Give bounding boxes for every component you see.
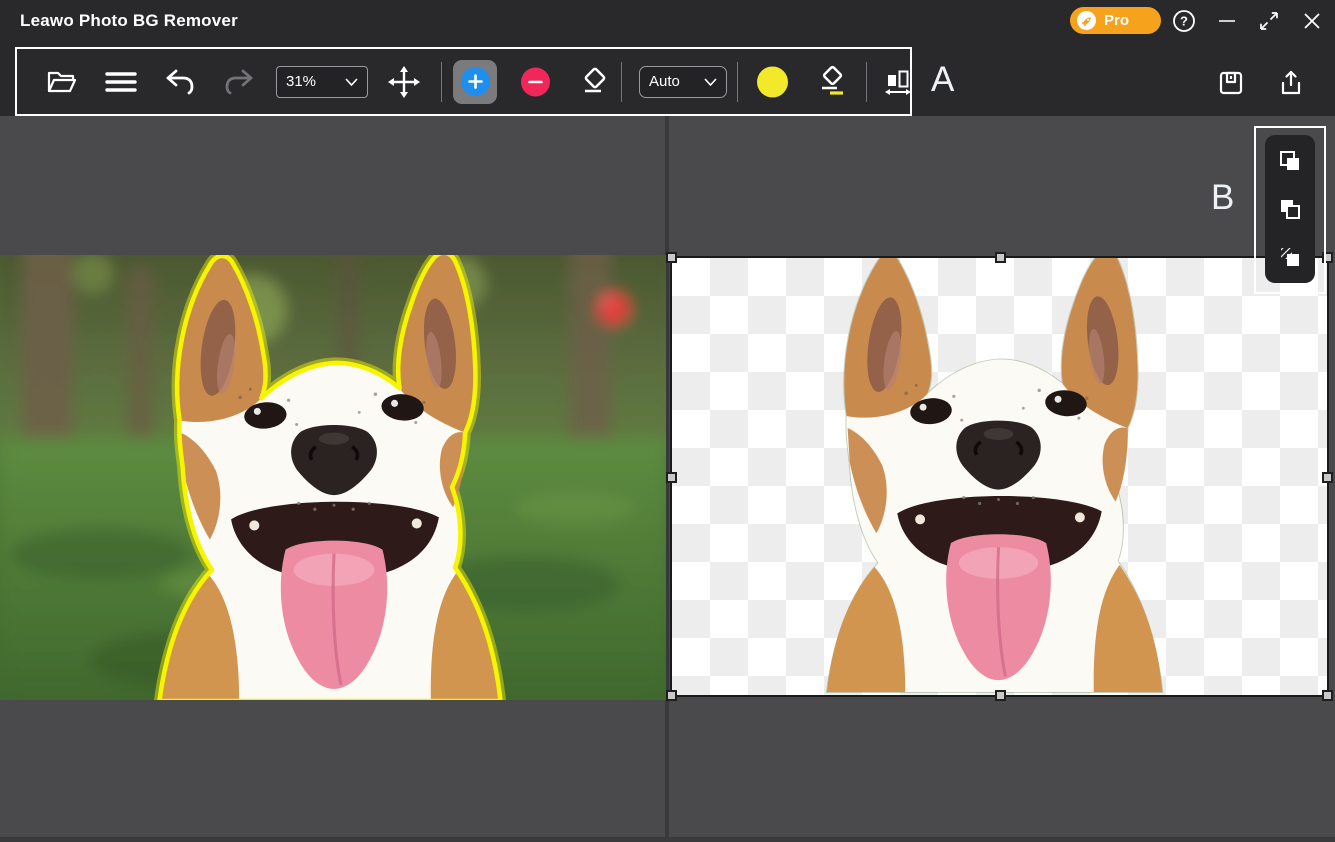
menu-button[interactable]: [104, 68, 138, 96]
open-file-button[interactable]: [46, 67, 78, 97]
save-button[interactable]: [1217, 69, 1245, 102]
zoom-level-value: 31%: [286, 73, 316, 90]
rocket-icon: [1077, 11, 1096, 30]
resize-handle-top-left[interactable]: [666, 252, 677, 263]
matting-mode-value: Auto: [649, 73, 680, 90]
original-photo-with-selection: [0, 255, 666, 700]
app-window: Leawo Photo BG Remover Pro ?: [0, 0, 1335, 842]
resize-handle-middle-left[interactable]: [666, 472, 677, 483]
annotation-b: B: [1211, 178, 1234, 218]
original-image-pane[interactable]: [0, 255, 666, 700]
copy-back-icon[interactable]: [1277, 196, 1303, 222]
help-button[interactable]: ?: [1169, 6, 1199, 36]
chevron-down-icon: [345, 78, 358, 86]
result-image-pane[interactable]: [670, 256, 1329, 697]
matting-mode-select[interactable]: Auto: [639, 66, 727, 98]
cutout-dog-image: [672, 258, 1327, 695]
annotation-a: A: [931, 60, 954, 100]
close-button[interactable]: [1297, 6, 1327, 36]
compare-size-button[interactable]: [883, 67, 913, 97]
editor-canvas: B: [0, 116, 1335, 842]
undo-button[interactable]: [163, 67, 197, 97]
resize-handle-bottom-left[interactable]: [666, 690, 677, 701]
chevron-down-icon: [704, 78, 717, 86]
pan-tool-button[interactable]: [387, 65, 421, 99]
toolbar-divider: [441, 62, 442, 102]
copy-transparent-icon[interactable]: [1277, 244, 1303, 270]
window-title: Leawo Photo BG Remover: [20, 11, 238, 31]
zoom-level-select[interactable]: 31%: [276, 66, 368, 98]
toolbar-divider: [866, 62, 867, 102]
highlight-eraser-button[interactable]: [815, 65, 849, 99]
toolbar-divider: [737, 62, 738, 102]
resize-handle-middle-right[interactable]: [1322, 472, 1333, 483]
window-bottom-edge: [0, 837, 1335, 842]
resize-handle-top-center[interactable]: [995, 252, 1006, 263]
redo-button[interactable]: [222, 67, 256, 97]
resize-handle-bottom-center[interactable]: [995, 690, 1006, 701]
pro-label: Pro: [1104, 12, 1129, 29]
title-bar: Leawo Photo BG Remover Pro ?: [0, 0, 1335, 116]
copy-front-icon[interactable]: [1277, 148, 1303, 174]
toolbar: 31%: [15, 47, 912, 116]
minimize-button[interactable]: [1212, 6, 1242, 36]
question-glyph: ?: [1180, 14, 1188, 29]
layer-options-panel: [1254, 126, 1326, 294]
pro-badge[interactable]: Pro: [1070, 7, 1161, 34]
eraser-button[interactable]: [577, 66, 611, 98]
brush-color-button[interactable]: [757, 66, 788, 97]
resize-handle-bottom-right[interactable]: [1322, 690, 1333, 701]
add-keep-area-button[interactable]: [453, 60, 497, 104]
remove-area-button[interactable]: [521, 67, 550, 96]
maximize-button[interactable]: [1254, 6, 1284, 36]
export-button[interactable]: [1277, 69, 1305, 102]
toolbar-divider: [621, 62, 622, 102]
